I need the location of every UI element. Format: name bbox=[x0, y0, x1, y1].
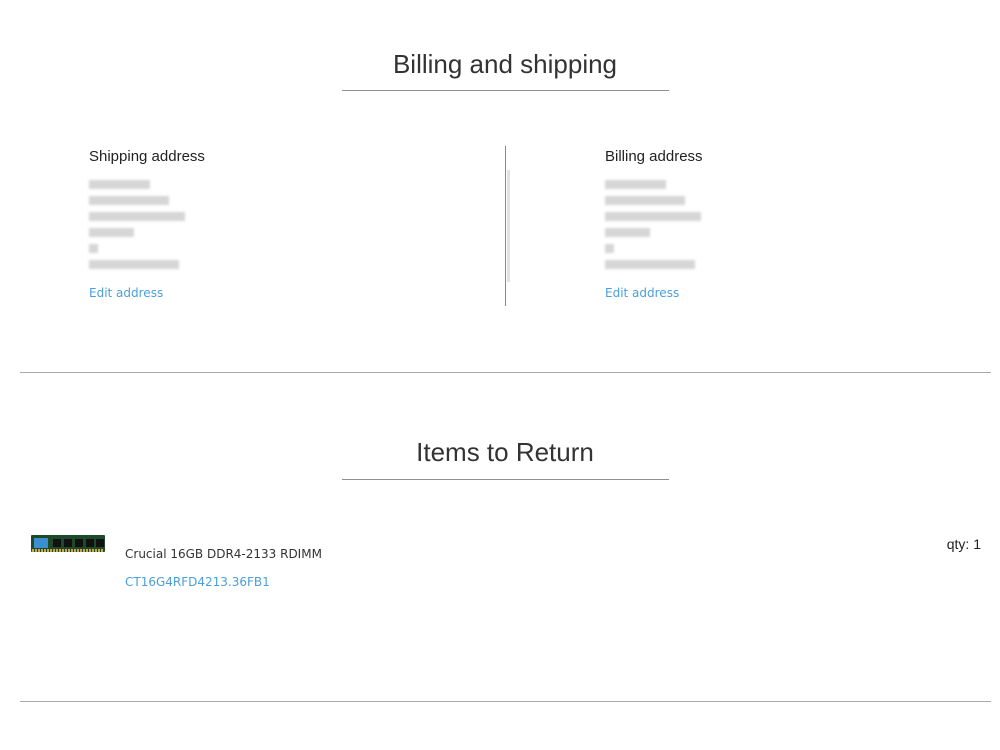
redacted-line bbox=[605, 196, 685, 205]
item-sku-link[interactable]: CT16G4RFD4213.36FB1 bbox=[125, 575, 270, 589]
ram-label bbox=[34, 538, 48, 548]
ram-chip bbox=[96, 539, 104, 547]
ram-pins bbox=[32, 549, 104, 552]
billing-address-block: Billing address Edit address bbox=[605, 148, 905, 302]
shipping-address-redacted-lines bbox=[89, 180, 389, 269]
return-request-page: Billing and shipping Shipping address Ed… bbox=[0, 0, 1000, 750]
redacted-line bbox=[89, 228, 134, 237]
billing-address-redacted-lines bbox=[605, 180, 905, 269]
address-column-divider bbox=[505, 146, 506, 306]
billing-shipping-title-rule bbox=[342, 90, 669, 91]
ram-chip bbox=[75, 539, 83, 547]
address-column-divider-shadow bbox=[507, 170, 510, 282]
redacted-line bbox=[89, 180, 150, 189]
billing-shipping-title: Billing and shipping bbox=[392, 49, 618, 79]
section-divider bbox=[20, 372, 991, 373]
redacted-line bbox=[89, 244, 98, 253]
ram-module-thumbnail bbox=[31, 535, 105, 552]
item-name: Crucial 16GB DDR4-2133 RDIMM bbox=[125, 547, 322, 561]
ram-chip bbox=[64, 539, 72, 547]
redacted-line bbox=[89, 260, 179, 269]
redacted-line bbox=[89, 196, 169, 205]
items-to-return-title-rule bbox=[342, 479, 669, 480]
redacted-line bbox=[605, 260, 695, 269]
redacted-line bbox=[605, 212, 701, 221]
billing-address-heading: Billing address bbox=[605, 148, 703, 165]
ram-chip bbox=[86, 539, 94, 547]
item-quantity: qty: 1 bbox=[946, 536, 981, 552]
shipping-address-block: Shipping address Edit address bbox=[89, 148, 389, 302]
redacted-line bbox=[605, 180, 666, 189]
redacted-line bbox=[605, 228, 650, 237]
items-to-return-title: Items to Return bbox=[416, 437, 594, 467]
shipping-edit-address-link[interactable]: Edit address bbox=[89, 286, 163, 300]
ram-chip bbox=[53, 539, 61, 547]
section-divider-bottom bbox=[20, 701, 991, 702]
redacted-line bbox=[89, 212, 185, 221]
billing-edit-address-link[interactable]: Edit address bbox=[605, 286, 679, 300]
shipping-address-heading: Shipping address bbox=[89, 148, 205, 165]
redacted-line bbox=[605, 244, 614, 253]
